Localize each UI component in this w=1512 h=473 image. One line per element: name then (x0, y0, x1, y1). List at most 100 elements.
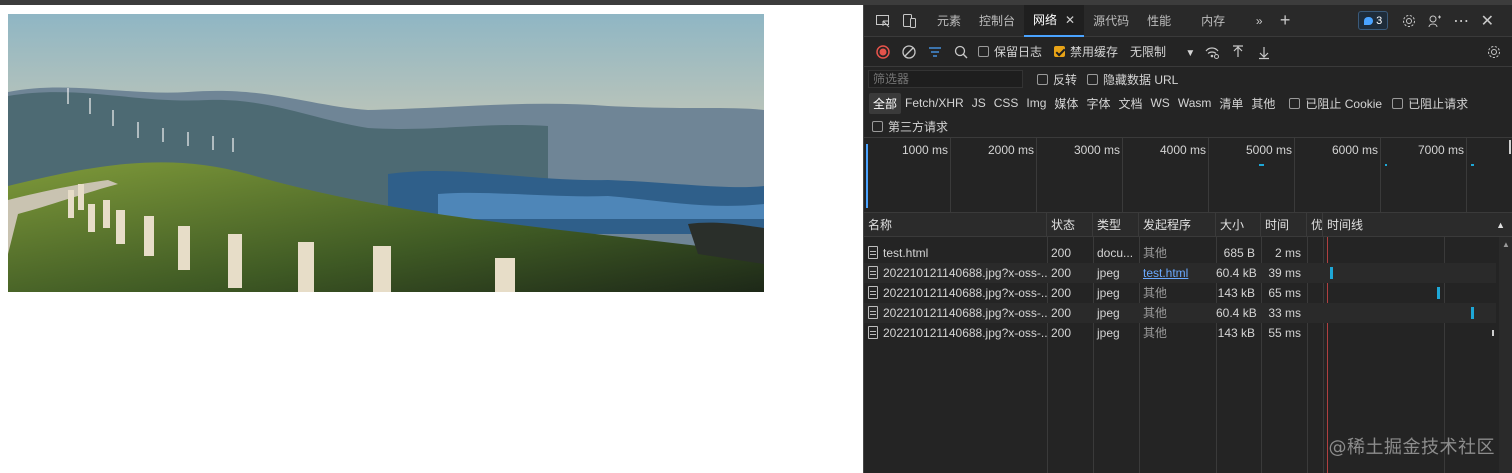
checkbox-box[interactable] (1392, 97, 1404, 109)
close-devtools-icon[interactable]: ✕ (1474, 9, 1500, 33)
type-filter-doc[interactable]: 文档 (1114, 93, 1146, 114)
type-filter-css[interactable]: CSS (990, 94, 1023, 112)
request-name: 202210121140688.jpg?x-oss-... (864, 323, 1047, 343)
add-tab-icon[interactable]: + (1272, 9, 1298, 33)
request-initiator: 其他 (1143, 286, 1168, 300)
type-filter-img[interactable]: Img (1022, 94, 1050, 112)
checkbox-box[interactable] (1087, 73, 1099, 85)
blocked-cookies-checkbox[interactable]: 已阻止 Cookie (1289, 95, 1382, 112)
inspect-element-icon[interactable] (870, 9, 896, 33)
close-tab-icon[interactable]: ✕ (1065, 13, 1075, 27)
overview-gridline (1466, 138, 1467, 214)
type-filter-other[interactable]: 其他 (1247, 93, 1279, 114)
column-size[interactable]: 大小 (1216, 213, 1261, 237)
image-file-icon (868, 266, 878, 279)
type-filter-manifest[interactable]: 清单 (1215, 93, 1247, 114)
overview-gridline (1208, 138, 1209, 214)
export-har-icon[interactable] (1251, 40, 1277, 64)
record-icon[interactable] (870, 40, 896, 64)
request-status: 200 (1051, 286, 1072, 300)
overview-tick-label: 4000 ms (1159, 143, 1206, 157)
import-har-icon[interactable] (1225, 40, 1251, 64)
column-waterfall[interactable]: 时间线 ▲ (1323, 213, 1512, 237)
device-emulation-icon[interactable] (896, 9, 922, 33)
issues-badge[interactable]: 3 (1358, 11, 1389, 30)
type-filter-font[interactable]: 字体 (1082, 93, 1114, 114)
hide-data-urls-checkbox[interactable]: 隐藏数据 URL (1087, 71, 1178, 88)
column-initiator[interactable]: 发起程序 (1139, 213, 1216, 237)
overview-gridline (1380, 138, 1381, 214)
request-initiator: 其他 (1143, 246, 1168, 260)
column-name[interactable]: 名称 (864, 213, 1047, 237)
checkbox-box[interactable] (872, 120, 883, 132)
network-settings-gear-icon[interactable] (1481, 40, 1507, 64)
tab-elements[interactable]: 元素 (928, 5, 970, 37)
third-party-row: 第三方请求 (864, 115, 1512, 137)
third-party-checkbox[interactable]: 第三方请求 (872, 118, 948, 135)
tab-sources[interactable]: 源代码 (1084, 5, 1138, 37)
overview-range-handle[interactable] (1509, 140, 1511, 154)
request-initiator: 其他 (1143, 306, 1168, 320)
filter-icon[interactable] (922, 40, 948, 64)
settings-gear-icon[interactable] (1396, 9, 1422, 33)
preserve-log-checkbox[interactable]: 保留日志 (978, 43, 1042, 60)
more-options-icon[interactable]: ⋯ (1448, 9, 1474, 33)
network-conditions-icon[interactable] (1199, 40, 1225, 64)
clear-icon[interactable] (896, 40, 922, 64)
table-row[interactable]: test.html 200 docu... 其他 685 B 2 ms (864, 243, 1496, 263)
disable-cache-checkbox[interactable]: 禁用缓存 (1054, 43, 1118, 60)
overview-tick-label: 1000 ms (901, 143, 948, 157)
overview-gridline (950, 138, 951, 214)
page-viewport (0, 5, 863, 473)
checkbox-box[interactable] (1054, 46, 1066, 57)
type-filter-all[interactable]: 全部 (869, 92, 902, 114)
initiator-link[interactable]: test.html (1143, 266, 1188, 280)
image-file-icon (868, 306, 878, 319)
type-filter-fetch-xhr[interactable]: Fetch/XHR (901, 94, 968, 112)
table-row[interactable]: 202210121140688.jpg?x-oss-... 200 jpeg 其… (864, 283, 1496, 303)
more-tabs-icon[interactable]: » (1246, 9, 1272, 33)
throttling-select[interactable]: 无限制 ▼ (1130, 43, 1195, 60)
request-type: jpeg (1097, 306, 1120, 320)
table-row[interactable]: 202210121140688.jpg?x-oss-... 200 jpeg 其… (864, 303, 1496, 323)
overview-request-bar (1385, 164, 1387, 166)
sort-ascending-icon: ▲ (1496, 220, 1505, 230)
type-filter-wasm[interactable]: Wasm (1174, 94, 1216, 112)
image-file-icon (868, 286, 878, 299)
column-status[interactable]: 状态 (1047, 213, 1093, 237)
blocked-requests-checkbox[interactable]: 已阻止请求 (1392, 95, 1468, 112)
request-status: 200 (1051, 246, 1072, 260)
invert-checkbox[interactable]: 反转 (1037, 71, 1077, 88)
waterfall-bar (1471, 307, 1474, 319)
column-time[interactable]: 时间 (1261, 213, 1307, 237)
table-row[interactable]: 20221012114068​8.jpg?x-oss-... 200 jpeg … (864, 263, 1496, 283)
type-filter-ws[interactable]: WS (1146, 94, 1173, 112)
watermark-text: @稀土掘金技术社区 (1328, 437, 1495, 458)
type-filter-media[interactable]: 媒体 (1050, 93, 1082, 114)
type-filter-js[interactable]: JS (968, 94, 990, 112)
overview-tick-label: 6000 ms (1331, 143, 1378, 157)
image-file-icon (868, 326, 878, 339)
table-scrollbar[interactable]: ▲ (1499, 237, 1512, 473)
issues-icon (1364, 16, 1374, 25)
tab-network[interactable]: 网络 ✕ (1024, 4, 1085, 37)
filter-input[interactable] (868, 70, 1023, 88)
devtools-panel: 元素 控制台 网络 ✕ 源代码 性能 内存 » + 3 ⋯ ✕ 保留日志 禁用缓… (863, 4, 1512, 473)
checkbox-box[interactable] (978, 46, 989, 57)
checkbox-box[interactable] (1289, 97, 1301, 109)
table-row[interactable]: 202210121140688.jpg?x-oss-... 200 jpeg 其… (864, 323, 1496, 343)
table-header: 名称 状态 类型 发起程序 大小 时间 优 时间线 ▲ (864, 213, 1512, 237)
connect-devices-icon[interactable] (1422, 9, 1448, 33)
tab-console[interactable]: 控制台 (970, 5, 1024, 37)
request-status: 200 (1051, 306, 1072, 320)
overview-gridline (1036, 138, 1037, 214)
checkbox-box[interactable] (1037, 73, 1048, 85)
request-table: 名称 状态 类型 发起程序 大小 时间 优 时间线 ▲ test.html 20… (864, 213, 1512, 473)
search-icon[interactable] (948, 40, 974, 64)
network-overview-timeline[interactable]: 1000 ms 2000 ms 3000 ms 4000 ms 5000 ms … (864, 137, 1512, 214)
scroll-up-icon[interactable]: ▲ (1502, 240, 1510, 249)
column-priority[interactable]: 优 (1307, 213, 1323, 237)
tab-memory[interactable]: 内存 (1192, 5, 1234, 37)
tab-performance[interactable]: 性能 (1138, 5, 1180, 37)
column-type[interactable]: 类型 (1093, 213, 1139, 237)
